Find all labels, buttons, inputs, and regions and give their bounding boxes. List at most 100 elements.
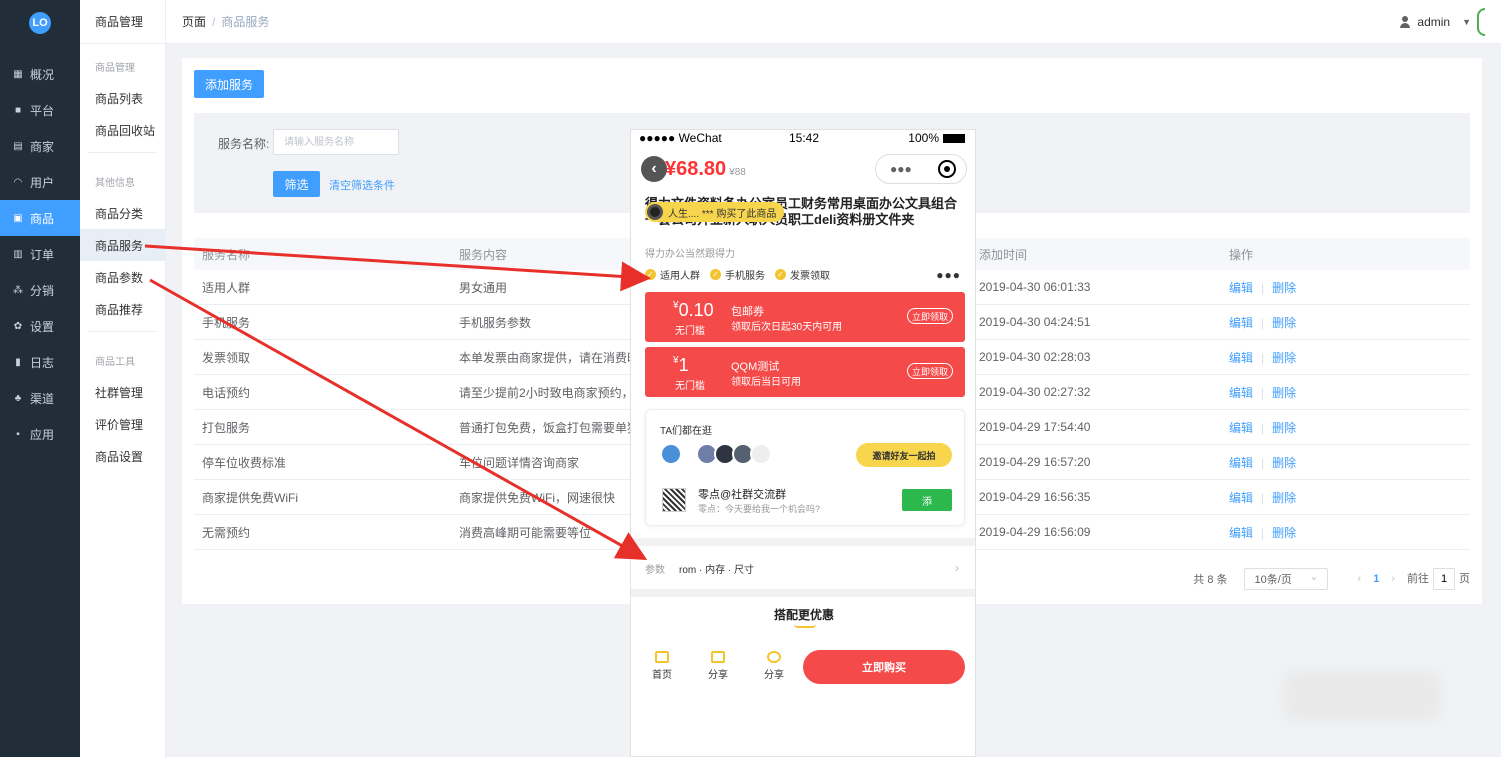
- phone-preview: ●●●●● WeChat 15:42 100% ¥68.80 ¥88 ‹ ●●● …: [630, 129, 976, 757]
- edit-link[interactable]: 编辑: [1229, 421, 1253, 435]
- app-logo[interactable]: LO: [29, 12, 51, 34]
- sidebar-item-settings[interactable]: ✿ 设置: [0, 308, 80, 344]
- cell-actions: 编辑 | 删除: [1221, 279, 1470, 296]
- price-row: ¥68.80 ¥88 ‹ ●●●: [641, 154, 967, 188]
- back-button[interactable]: ‹: [641, 156, 667, 182]
- action-separator: |: [1261, 280, 1265, 295]
- tab-share[interactable]: 分享: [703, 651, 733, 681]
- sidebar-item-goods[interactable]: ▣ 商品: [0, 200, 80, 236]
- sidebar-item-channel[interactable]: ♣ 渠道: [0, 380, 80, 416]
- page-size-select[interactable]: 10条/页: [1243, 568, 1328, 590]
- invite-friends-button[interactable]: 邀请好友一起拍: [856, 443, 952, 467]
- chevron-right-icon: ›: [955, 561, 959, 575]
- cell-service-name: 停车位收费标准: [202, 455, 287, 470]
- coupon-card[interactable]: ¥0.10 无门槛 包邮券 领取后次日起30天内可用 立即领取: [645, 292, 965, 342]
- clear-filter-link[interactable]: 清空筛选条件: [329, 177, 395, 193]
- submenu-item-community[interactable]: 社群管理: [80, 376, 165, 408]
- goto-label: 前往: [1407, 573, 1429, 585]
- prev-page-button[interactable]: ‹: [1358, 573, 1362, 585]
- cell-service-name: 适用人群: [202, 280, 251, 295]
- edit-link[interactable]: 编辑: [1229, 316, 1253, 330]
- action-separator: |: [1261, 350, 1265, 365]
- cell-service-name: 打包服务: [202, 420, 251, 435]
- delete-link[interactable]: 删除: [1272, 491, 1296, 505]
- group-buy-card: TA们都在逛 邀请好友一起拍 零点@社群交流群 零点：今天要给我一个机会吗? 添: [645, 409, 965, 526]
- delete-link[interactable]: 删除: [1272, 386, 1296, 400]
- sidebar-item-overview[interactable]: ▦ 概况: [0, 56, 80, 92]
- edit-link[interactable]: 编辑: [1229, 456, 1253, 470]
- cell-actions: 编辑 | 删除: [1221, 384, 1470, 401]
- total-count: 共 8 条: [1193, 574, 1228, 586]
- check-icon: ✓: [645, 269, 656, 280]
- cell-added-time: 2019-04-29 16:56:35: [979, 490, 1091, 504]
- submenu-item-params[interactable]: 商品参数: [80, 261, 165, 293]
- submenu-item-review[interactable]: 评价管理: [80, 408, 165, 440]
- sidebar-item-order[interactable]: ▥ 订单: [0, 236, 80, 272]
- sidebar-item-log[interactable]: ▮ 日志: [0, 344, 80, 380]
- submenu-divider: [88, 331, 157, 332]
- delete-link[interactable]: 删除: [1272, 351, 1296, 365]
- join-group-button[interactable]: 添: [902, 489, 952, 511]
- gear-icon: ✿: [13, 320, 23, 332]
- service-name-label: 服务名称:: [218, 137, 270, 151]
- submenu-item-recommend[interactable]: 商品推荐: [80, 293, 165, 325]
- group-message: 零点：今天要给我一个机会吗?: [698, 504, 821, 514]
- submenu-item-category[interactable]: 商品分类: [80, 197, 165, 229]
- submenu-item-settings[interactable]: 商品设置: [80, 440, 165, 472]
- home-icon: [655, 651, 669, 663]
- breadcrumb-root[interactable]: 页面: [182, 15, 206, 29]
- sidebar-item-apps[interactable]: ▪ 应用: [0, 416, 80, 452]
- service-tag-label: 适用人群: [660, 271, 700, 282]
- delete-link[interactable]: 删除: [1272, 456, 1296, 470]
- edit-link[interactable]: 编辑: [1229, 526, 1253, 540]
- avatar: [647, 204, 663, 220]
- cell-service-name: 电话预约: [202, 385, 251, 400]
- service-tags[interactable]: ✓ 适用人群 ✓ 手机服务 ✓ 发票领取 ●●●: [645, 267, 965, 282]
- more-dots-icon[interactable]: ●●●: [890, 162, 912, 176]
- params-row[interactable]: 参数 rom · 内存 · 尺寸 ›: [645, 555, 965, 581]
- goto-page-input[interactable]: [1433, 568, 1455, 590]
- page-number[interactable]: 1: [1373, 573, 1379, 585]
- sidebar-item-label: 应用: [30, 427, 55, 442]
- tab-home[interactable]: 首页: [647, 651, 677, 681]
- action-separator: |: [1261, 455, 1265, 470]
- delete-link[interactable]: 删除: [1272, 281, 1296, 295]
- edit-link[interactable]: 编辑: [1229, 351, 1253, 365]
- submenu-item-service[interactable]: 商品服务: [80, 229, 165, 261]
- lock-icon: [711, 651, 725, 663]
- tab-label: 分享: [764, 670, 784, 681]
- service-name-input[interactable]: [273, 129, 399, 155]
- next-page-button[interactable]: ›: [1391, 573, 1395, 585]
- submenu-item-list[interactable]: 商品列表: [80, 82, 165, 114]
- delete-link[interactable]: 删除: [1272, 526, 1296, 540]
- more-dots-icon[interactable]: ●●●: [936, 268, 961, 282]
- edit-link[interactable]: 编辑: [1229, 386, 1253, 400]
- sidebar-item-distribution[interactable]: ⁂ 分销: [0, 272, 80, 308]
- main-sidebar: LO ▦ 概况 ■ 平台 ▤ 商家 ◠ 用户 ▣ 商品 ▥ 订单 ⁂ 分销 ✿ 设置 ▮ 日志 ♣…: [0, 0, 80, 757]
- delete-link[interactable]: 删除: [1272, 421, 1296, 435]
- buyer-notice-text: 人生.... *** 购买了此商品: [668, 208, 777, 220]
- price-value: 68.80: [676, 158, 727, 180]
- filter-button[interactable]: 筛选: [273, 171, 320, 197]
- sidebar-item-user[interactable]: ◠ 用户: [0, 164, 80, 200]
- sidebar-item-label: 平台: [30, 103, 55, 118]
- col-header-name: 服务名称: [202, 247, 251, 262]
- coupon-card[interactable]: ¥1 无门槛 QQM测试 领取后当日可用 立即领取: [645, 347, 965, 397]
- delete-link[interactable]: 删除: [1272, 316, 1296, 330]
- edit-link[interactable]: 编辑: [1229, 281, 1253, 295]
- submenu-item-recycle[interactable]: 商品回收站: [80, 114, 165, 146]
- claim-coupon-button[interactable]: 立即领取: [906, 308, 953, 324]
- submenu-title: 商品管理: [80, 0, 165, 44]
- tab-share-2[interactable]: 分享: [759, 651, 789, 681]
- sidebar-item-merchant[interactable]: ▤ 商家: [0, 128, 80, 164]
- order-icon: ▥: [13, 248, 23, 260]
- claim-coupon-button[interactable]: 立即领取: [906, 363, 953, 379]
- add-service-button[interactable]: 添加服务: [194, 70, 264, 98]
- mini-program-capsule[interactable]: ●●●: [875, 154, 967, 184]
- sidebar-item-platform[interactable]: ■ 平台: [0, 92, 80, 128]
- edit-link[interactable]: 编辑: [1229, 491, 1253, 505]
- close-target-icon[interactable]: [938, 160, 956, 178]
- user-menu[interactable]: admin ▼: [1399, 0, 1485, 44]
- buy-now-button[interactable]: 立即购买: [803, 650, 965, 684]
- service-tag: ✓ 发票领取: [775, 267, 830, 282]
